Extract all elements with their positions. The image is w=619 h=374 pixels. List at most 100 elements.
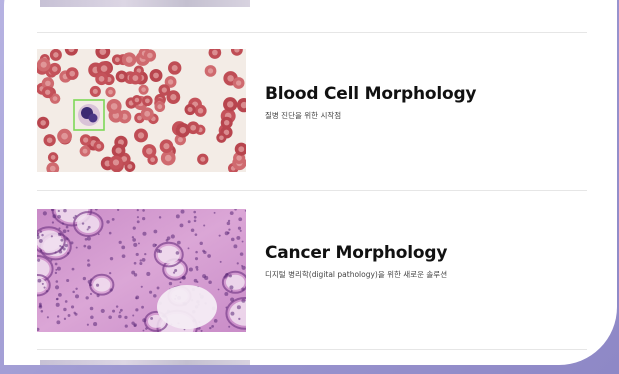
red-blood-cell-center [141, 87, 146, 92]
cell-nucleus [181, 276, 186, 280]
cell-nucleus [139, 259, 142, 262]
cell-nucleus [57, 214, 61, 219]
cell-nucleus [56, 266, 61, 271]
cell-nucleus [142, 231, 147, 236]
cell-nucleus [179, 281, 182, 284]
red-blood-cell-center [96, 143, 102, 149]
red-blood-cell-center [110, 103, 118, 110]
cell-nucleus [176, 240, 181, 245]
card-title[interactable]: Cancer Morphology [265, 243, 447, 263]
cell-nucleus [227, 231, 230, 235]
red-blood-cell-center [197, 108, 204, 114]
card-subtitle: 질병 진단을 위한 시작점 [265, 111, 342, 120]
red-blood-cell-center [61, 132, 68, 140]
red-blood-cell-center [40, 61, 47, 68]
cell-nucleus [137, 242, 140, 245]
cell-nucleus [237, 226, 242, 230]
cell-nucleus [56, 315, 60, 318]
red-blood-cell-center [98, 76, 105, 82]
cell-nucleus [142, 329, 145, 332]
red-blood-cell-center [161, 87, 167, 93]
cell-nucleus [40, 249, 43, 252]
cell-nucleus [170, 234, 175, 239]
cell-nucleus [90, 315, 94, 320]
cell-nucleus [187, 247, 190, 250]
cell-nucleus [67, 229, 70, 233]
cell-nucleus [108, 315, 112, 320]
cell-nucleus [50, 235, 53, 238]
cell-nucleus [131, 236, 135, 239]
cell-nucleus [52, 214, 57, 219]
red-blood-cell-center [150, 157, 156, 163]
cell-nucleus [43, 286, 46, 289]
cell-nucleus [218, 234, 221, 237]
cell-nucleus [140, 285, 143, 288]
cell-nucleus [62, 229, 67, 234]
cell-nucleus [55, 280, 59, 283]
cell-nucleus [190, 228, 195, 233]
cell-nucleus [93, 322, 98, 327]
cell-nucleus [224, 292, 229, 296]
cell-nucleus [121, 245, 126, 250]
red-blood-cell-center [132, 75, 139, 81]
card-title[interactable]: Blood Cell Morphology [265, 84, 476, 104]
red-blood-cell-center [127, 164, 133, 170]
cell-nucleus [54, 271, 58, 275]
list-item-blood-cell[interactable]: Blood Cell Morphology 질병 진단을 위한 시작점 [37, 49, 587, 173]
cell-nucleus [241, 240, 244, 243]
red-blood-cell-center [236, 155, 242, 161]
cell-nucleus [40, 309, 44, 313]
cell-nucleus [65, 237, 69, 241]
red-blood-cell-center [212, 49, 218, 56]
cell-nucleus [45, 289, 49, 293]
cell-nucleus [179, 223, 184, 228]
cell-nucleus [224, 273, 229, 277]
cell-nucleus [145, 327, 148, 330]
cell-nucleus [195, 265, 199, 269]
cell-nucleus [142, 318, 147, 323]
red-blood-cell-center [125, 56, 133, 63]
cell-nucleus [38, 238, 43, 243]
cell-nucleus [42, 211, 47, 216]
red-blood-cell-center [40, 120, 46, 126]
cell-nucleus [55, 302, 60, 307]
cell-nucleus [39, 230, 43, 233]
cell-nucleus [229, 285, 234, 290]
red-blood-cell-center [171, 64, 178, 71]
cell-nucleus [213, 211, 216, 214]
cell-nucleus [41, 233, 44, 237]
cell-nucleus [166, 236, 171, 240]
cell-nucleus [124, 324, 128, 328]
red-blood-cell-center [200, 156, 206, 162]
cell-nucleus [136, 220, 140, 224]
cell-nucleus [64, 243, 68, 248]
cell-nucleus [74, 312, 78, 316]
cell-nucleus [225, 306, 228, 309]
cell-nucleus [83, 244, 87, 248]
cell-nucleus [38, 302, 42, 306]
cell-nucleus [180, 209, 185, 214]
cell-nucleus [106, 220, 110, 224]
cell-nucleus [207, 254, 211, 258]
divider [37, 349, 587, 350]
list-item-cancer[interactable]: Cancer Morphology 디지털 병리학(digital pathol… [37, 209, 587, 333]
red-blood-cell-center [207, 68, 214, 74]
cell-nucleus [208, 280, 212, 284]
red-blood-cell-center [219, 135, 224, 141]
cell-nucleus [74, 214, 77, 218]
cell-nucleus [236, 305, 241, 310]
red-blood-cell-center [92, 88, 98, 94]
cell-nucleus [241, 298, 246, 303]
cell-nucleus [209, 326, 212, 330]
red-blood-cell-center [170, 94, 177, 101]
cell-nucleus [84, 237, 88, 241]
cancer-histology-image[interactable] [37, 209, 246, 332]
cell-nucleus [65, 225, 69, 229]
red-blood-cell-center [52, 96, 58, 101]
tissue-lumen [225, 274, 245, 290]
blood-smear-image[interactable] [37, 49, 246, 172]
cell-nucleus [142, 217, 146, 221]
cell-nucleus [135, 295, 140, 300]
red-blood-cell-center [51, 66, 58, 72]
red-blood-cell-center [114, 57, 120, 63]
